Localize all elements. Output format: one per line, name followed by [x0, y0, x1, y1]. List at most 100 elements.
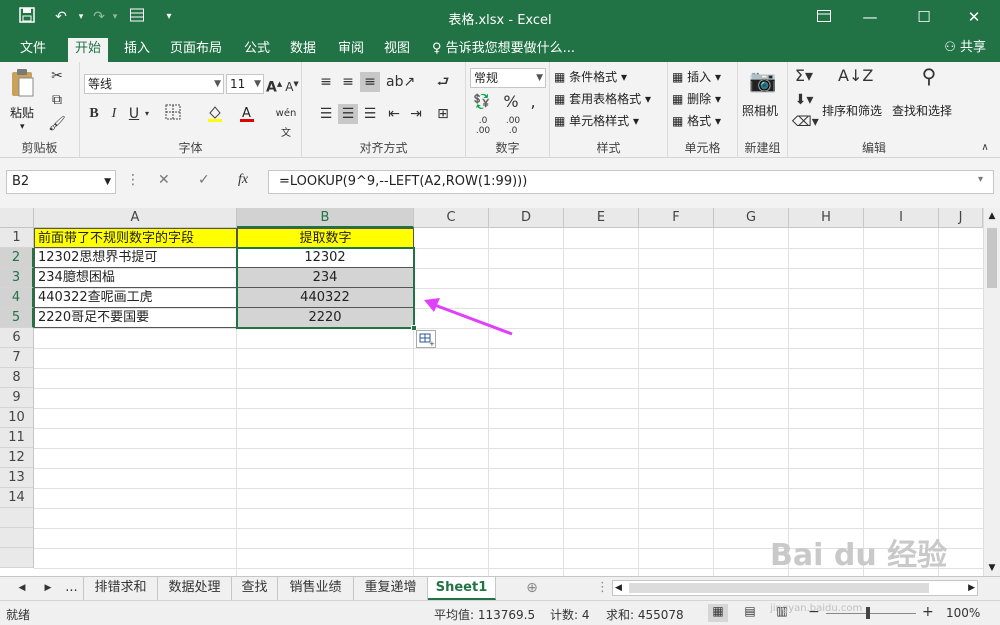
delete-cells-button[interactable]: ▦ 删除 ▾ [672, 90, 721, 107]
italic-button[interactable]: I [106, 104, 122, 124]
align-bottom-icon[interactable]: ≡ [360, 72, 380, 92]
align-top-icon[interactable]: ≡ [316, 72, 336, 92]
column-header-i[interactable]: I [864, 208, 939, 228]
tab-formulas[interactable]: 公式 [244, 38, 270, 62]
row-header-7[interactable]: 7 [0, 348, 34, 368]
autosum-icon[interactable]: Σ▾ [792, 66, 816, 86]
column-header-j[interactable]: J [939, 208, 983, 228]
sheet-tab-3[interactable]: 查找 [232, 577, 278, 600]
cell-a1[interactable]: 前面带了不规则数字的字段 [34, 228, 237, 248]
format-cells-button[interactable]: ▦ 格式 ▾ [672, 112, 721, 129]
row-header-4[interactable]: 4 [0, 288, 34, 308]
minimize-icon[interactable]: — [852, 4, 888, 30]
clear-icon[interactable]: ⌫▾ [792, 112, 819, 132]
row-header-11[interactable]: 11 [0, 428, 34, 448]
wrap-text-icon[interactable]: ⮐ [432, 72, 454, 92]
underline-dropdown-icon[interactable]: ▾ [142, 104, 152, 124]
find-select-label[interactable]: 查找和选择 [892, 102, 952, 119]
merge-center-icon[interactable]: ⊞ [432, 104, 454, 124]
cell-b2[interactable]: 12302 [237, 248, 414, 268]
cell-styles-button[interactable]: ▦ 单元格样式 ▾ [554, 112, 639, 129]
borders-icon[interactable] [162, 104, 184, 126]
currency-icon[interactable]: 💱 [470, 92, 494, 112]
decrease-indent-icon[interactable]: ⇤ [384, 104, 404, 124]
cell-b5[interactable]: 2220 [237, 308, 414, 328]
zoom-in-icon[interactable]: + [922, 604, 934, 620]
decrease-font-icon[interactable]: A▼ [284, 74, 300, 97]
ribbon-display-icon[interactable] [806, 4, 842, 30]
copy-icon[interactable]: ⧉ [46, 90, 68, 110]
tab-insert[interactable]: 插入 [124, 38, 150, 62]
increase-font-icon[interactable]: A▲ [266, 74, 282, 98]
column-header-g[interactable]: G [714, 208, 789, 228]
row-header-16[interactable] [0, 528, 34, 548]
format-painter-icon[interactable]: 🖌 [46, 114, 68, 134]
horizontal-scrollbar[interactable]: ◀ ▶ [612, 580, 978, 596]
tab-file[interactable]: 文件 [20, 38, 46, 62]
row-header-17[interactable] [0, 548, 34, 568]
column-header-f[interactable]: F [639, 208, 714, 228]
align-middle-icon[interactable]: ≡ [338, 72, 358, 92]
percent-icon[interactable]: % [502, 92, 520, 112]
align-center-icon[interactable]: ☰ [338, 104, 358, 124]
row-header-15[interactable] [0, 508, 34, 528]
formula-input[interactable]: =LOOKUP(9^9,--LEFT(A2,ROW(1:99))) [268, 170, 994, 194]
font-color-icon[interactable]: A [236, 104, 258, 128]
sheet-tab-5[interactable]: 重复递增 [354, 577, 428, 600]
comma-icon[interactable]: , [524, 92, 542, 112]
horizontal-scroll-thumb[interactable] [629, 583, 929, 593]
bold-button[interactable]: B [86, 104, 102, 124]
sheet-tab-more[interactable]: ... [60, 577, 84, 600]
enter-icon[interactable]: ✓ [198, 172, 210, 188]
paste-icon[interactable] [6, 68, 38, 98]
cell-a4[interactable]: 440322查呢画工虎 [34, 288, 237, 308]
column-header-e[interactable]: E [564, 208, 639, 228]
align-left-icon[interactable]: ☰ [316, 104, 336, 124]
row-header-3[interactable]: 3 [0, 268, 34, 288]
scroll-right-icon[interactable]: ▶ [968, 581, 975, 595]
row-header-14[interactable]: 14 [0, 488, 34, 508]
column-header-h[interactable]: H [789, 208, 864, 228]
sort-filter-icon[interactable]: A↓Z [838, 66, 873, 86]
tab-data[interactable]: 数据 [290, 38, 316, 62]
font-name-combo[interactable]: 等线 ▼ [84, 74, 224, 94]
decrease-decimal-icon[interactable]: .00.0 [500, 116, 526, 136]
maximize-icon[interactable]: ☐ [906, 4, 942, 30]
cell-a5[interactable]: 2220哥足不要国要 [34, 308, 237, 328]
cell-b3[interactable]: 234 [237, 268, 414, 288]
fill-icon[interactable]: ⬇▾ [792, 90, 816, 110]
page-layout-view-icon[interactable]: ▤ [740, 604, 760, 622]
increase-indent-icon[interactable]: ⇥ [406, 104, 426, 124]
sheet-tab-1[interactable]: 排错求和 [84, 577, 158, 600]
scroll-up-icon[interactable]: ▲ [984, 208, 1000, 224]
scroll-down-icon[interactable]: ▼ [984, 560, 1000, 576]
new-sheet-icon[interactable]: ⊕ [520, 577, 544, 600]
cell-a3[interactable]: 234臆想困榀 [34, 268, 237, 288]
tab-review[interactable]: 审阅 [338, 38, 364, 62]
row-header-12[interactable]: 12 [0, 448, 34, 468]
conditional-format-button[interactable]: ▦ 条件格式 ▾ [554, 68, 627, 85]
fill-color-icon[interactable] [204, 104, 226, 128]
phonetic-icon[interactable]: wén 文 [274, 104, 298, 144]
row-header-6[interactable]: 6 [0, 328, 34, 348]
number-format-combo[interactable]: 常规 ▼ [470, 68, 546, 88]
scroll-left-icon[interactable]: ◀ [615, 581, 622, 595]
row-header-13[interactable]: 13 [0, 468, 34, 488]
row-header-2[interactable]: 2 [0, 248, 34, 268]
row-header-5[interactable]: 5 [0, 308, 34, 328]
sheet-tab-4[interactable]: 销售业绩 [278, 577, 354, 600]
underline-button[interactable]: U [126, 104, 142, 124]
tell-me-box[interactable]: ♀ 告诉我您想要做什么... [432, 38, 575, 62]
increase-decimal-icon[interactable]: .0.00 [470, 116, 496, 136]
orientation-icon[interactable]: ab↗ [386, 72, 415, 92]
row-header-1[interactable]: 1 [0, 228, 34, 248]
tab-home[interactable]: 开始 [68, 38, 109, 62]
collapse-ribbon-icon[interactable]: ∧ [976, 138, 994, 158]
find-select-icon[interactable]: ⚲ [914, 66, 944, 86]
vertical-scrollbar[interactable]: ▲ ▼ [983, 208, 1000, 576]
sheet-tab-2[interactable]: 数据处理 [158, 577, 232, 600]
normal-view-icon[interactable]: ▦ [708, 604, 728, 622]
insert-cells-button[interactable]: ▦ 插入 ▾ [672, 68, 721, 85]
cell-a2[interactable]: 12302思想界书提可 [34, 248, 237, 268]
cut-icon[interactable]: ✂ [46, 66, 68, 86]
